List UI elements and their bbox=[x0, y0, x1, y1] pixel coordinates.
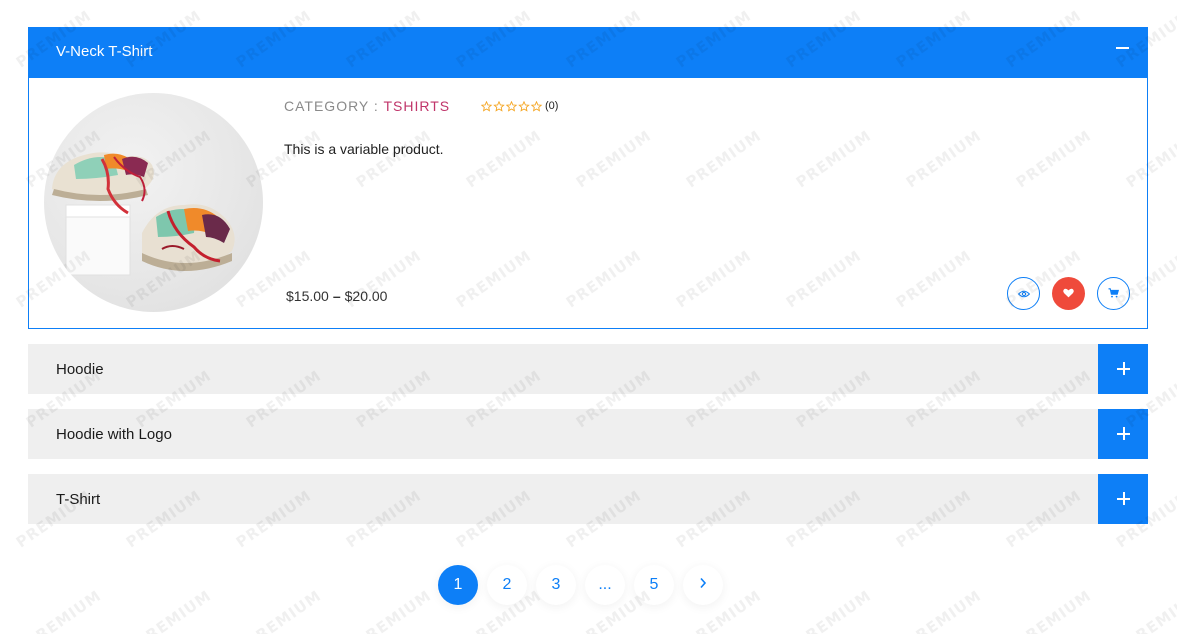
accordion-header-hoodie-with-logo[interactable]: Hoodie with Logo bbox=[28, 409, 1148, 459]
page-link-3[interactable]: 3 bbox=[536, 565, 576, 605]
next-page-button[interactable] bbox=[683, 565, 723, 605]
product-price: $15.00– $20.00 bbox=[286, 288, 387, 304]
collapse-icon[interactable] bbox=[1116, 47, 1129, 49]
watermark-text: PREMIUM bbox=[902, 586, 985, 634]
accordion-header-t-shirt[interactable]: T-Shirt bbox=[28, 474, 1148, 524]
accordion-header-v-neck-t-shirt[interactable]: V-Neck T-Shirt bbox=[28, 27, 1148, 78]
accordion-title: T-Shirt bbox=[56, 491, 101, 508]
chevron-right-icon bbox=[699, 576, 707, 594]
pagination: 1 2 3 ... 5 bbox=[438, 565, 723, 605]
page-ellipsis: ... bbox=[585, 565, 625, 605]
category-link[interactable]: TSHIRTS bbox=[383, 98, 450, 114]
cart-icon bbox=[1108, 285, 1120, 303]
price-high: $20.00 bbox=[344, 288, 388, 304]
rating-stars-icon bbox=[481, 100, 543, 112]
eye-icon bbox=[1017, 285, 1030, 303]
accordion-header-hoodie[interactable]: Hoodie bbox=[28, 344, 1148, 394]
watermark-text: PREMIUM bbox=[1122, 586, 1177, 634]
watermark-text: PREMIUM bbox=[352, 586, 435, 634]
price-separator: – bbox=[332, 288, 341, 304]
accordion-title: Hoodie with Logo bbox=[56, 426, 172, 443]
accordion-title: V-Neck T-Shirt bbox=[56, 43, 153, 60]
heart-icon bbox=[1063, 285, 1074, 303]
watermark-text: PREMIUM bbox=[132, 586, 215, 634]
watermark-text: PREMIUM bbox=[22, 586, 105, 634]
watermark-text: PREMIUM bbox=[242, 586, 325, 634]
quick-view-button[interactable] bbox=[1007, 277, 1040, 310]
category-label: CATEGORY : bbox=[284, 98, 379, 114]
accordion-title: Hoodie bbox=[56, 361, 104, 378]
product-category: CATEGORY : TSHIRTS bbox=[284, 98, 450, 114]
page-link-5[interactable]: 5 bbox=[634, 565, 674, 605]
expand-button[interactable] bbox=[1098, 409, 1148, 459]
expand-button[interactable] bbox=[1098, 344, 1148, 394]
price-low: $15.00 bbox=[286, 288, 329, 304]
watermark-text: PREMIUM bbox=[792, 586, 875, 634]
product-description: This is a variable product. bbox=[284, 141, 444, 157]
page-link-1[interactable]: 1 bbox=[438, 565, 478, 605]
page-link-2[interactable]: 2 bbox=[487, 565, 527, 605]
product-image[interactable] bbox=[44, 93, 263, 312]
add-to-cart-button[interactable] bbox=[1097, 277, 1130, 310]
product-rating: (0) bbox=[481, 100, 558, 112]
expand-button[interactable] bbox=[1098, 474, 1148, 524]
rating-count: (0) bbox=[545, 100, 559, 112]
product-accordion: V-Neck T-Shirt CATEGORY: TSHIRTS (0) Th… bbox=[28, 27, 1148, 524]
watermark-text: PREMIUM bbox=[1012, 586, 1095, 634]
accordion-panel: CATEGORY : TSHIRTS (0) This is a variabl… bbox=[28, 78, 1148, 329]
wishlist-button[interactable] bbox=[1052, 277, 1085, 310]
